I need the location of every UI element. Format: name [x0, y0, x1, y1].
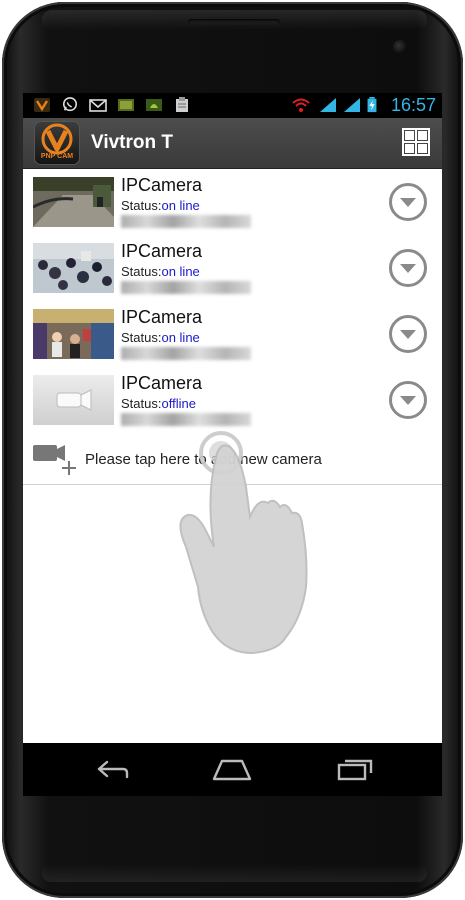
camera-name: IPCamera — [121, 373, 203, 393]
back-icon[interactable] — [89, 755, 133, 783]
status-label: Status: — [121, 198, 162, 213]
camera-placeholder-thumbnail — [33, 375, 114, 425]
camera-id-redacted — [121, 215, 251, 228]
add-camera-icon — [33, 445, 76, 475]
status-bar: 16:57 — [23, 93, 442, 118]
camera-list: IPCamera Status:on line IPCamera Status:… — [23, 169, 442, 743]
navigation-bar — [23, 743, 442, 796]
camera-name: IPCamera — [121, 307, 203, 327]
camera-row[interactable]: IPCamera Status:on line — [23, 169, 442, 236]
app-title: Vivtron T — [91, 132, 173, 153]
home-icon[interactable] — [210, 755, 254, 783]
camera-row[interactable]: IPCamera Status:offline — [23, 367, 442, 434]
camera-status: Status:offline — [121, 396, 196, 411]
shop-scene-thumbnail — [33, 309, 114, 359]
status-value: offline — [161, 396, 196, 411]
signal-icon — [320, 98, 336, 112]
camera-row[interactable]: IPCamera Status:on line — [23, 301, 442, 368]
status-value: on line — [161, 264, 200, 279]
grid-view-icon[interactable] — [402, 128, 430, 156]
status-value: on line — [161, 198, 200, 213]
camera-status: Status:on line — [121, 198, 200, 213]
camera-status: Status:on line — [121, 264, 200, 279]
logo-text: PNP CAM — [40, 153, 74, 160]
road-scene-thumbnail — [33, 177, 114, 227]
status-label: Status: — [121, 396, 162, 411]
front-camera — [393, 40, 407, 54]
app-logo-icon — [34, 98, 50, 112]
tap-hand-icon — [179, 431, 308, 655]
camera-id-redacted — [121, 347, 251, 360]
app-bar: PNP CAM Vivtron T — [23, 118, 442, 169]
camera-thumbnail — [33, 243, 114, 293]
camera-thumbnail — [33, 177, 114, 227]
recents-icon[interactable] — [333, 755, 377, 783]
chevron-down-icon[interactable] — [388, 182, 428, 222]
clipboard-icon — [176, 97, 188, 112]
mail-icon — [89, 99, 107, 112]
chevron-down-icon[interactable] — [388, 314, 428, 354]
status-value: on line — [161, 330, 200, 345]
signal-icon — [344, 98, 360, 112]
chevron-down-icon[interactable] — [388, 380, 428, 420]
whatsapp-icon — [62, 97, 78, 112]
image-icon — [118, 99, 134, 111]
android-icon — [146, 99, 162, 111]
earpiece — [188, 19, 280, 25]
battery-charging-icon — [367, 97, 377, 113]
camera-id-redacted — [121, 413, 251, 426]
wifi-icon — [292, 98, 310, 112]
screen: 16:57 PNP CAM Vivtron T IPCamera Status:… — [23, 93, 442, 796]
status-label: Status: — [121, 330, 162, 345]
app-logo[interactable]: PNP CAM — [35, 122, 79, 164]
camera-name: IPCamera — [121, 241, 203, 261]
status-label: Status: — [121, 264, 162, 279]
camera-name: IPCamera — [121, 175, 203, 195]
chevron-down-icon[interactable] — [388, 248, 428, 288]
phone-bottom-sheen — [42, 864, 427, 882]
status-time: 16:57 — [390, 95, 436, 115]
camera-status: Status:on line — [121, 330, 200, 345]
camera-thumbnail — [33, 375, 114, 425]
camera-row[interactable]: IPCamera Status:on line — [23, 235, 442, 302]
camera-id-redacted — [121, 281, 251, 294]
crowd-scene-thumbnail — [33, 243, 114, 293]
camera-thumbnail — [33, 309, 114, 359]
